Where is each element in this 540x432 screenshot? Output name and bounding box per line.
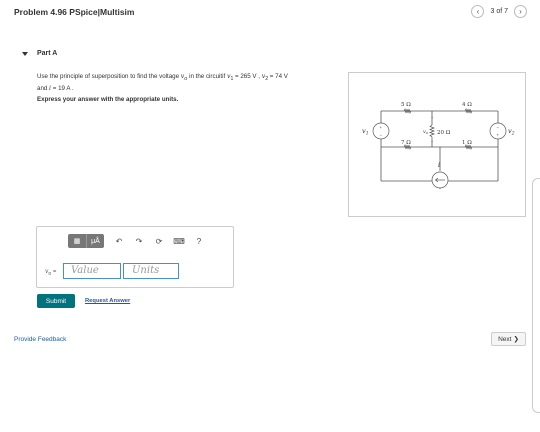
side-panel <box>532 178 540 413</box>
templates-button[interactable]: ▦ <box>68 234 86 248</box>
svg-text:+: + <box>497 133 500 138</box>
svg-text:5 Ω: 5 Ω <box>401 102 411 108</box>
toolbar-template-group: ▦ μÅ <box>68 234 104 248</box>
svg-text:+: + <box>431 115 434 120</box>
svg-text:4 Ω: 4 Ω <box>462 102 472 108</box>
next-button[interactable]: Next ❯ <box>491 332 526 346</box>
svg-text:7 Ω: 7 Ω <box>401 140 411 146</box>
keyboard-icon: ⌨ <box>173 236 185 246</box>
page-title: Problem 4.96 PSpice|Multisim <box>14 7 135 17</box>
units-input[interactable]: Units <box>123 263 179 279</box>
problem-statement: Use the principle of superposition to fi… <box>37 73 288 93</box>
undo-icon: ↶ <box>115 236 123 246</box>
help-icon: ? <box>196 236 202 246</box>
pager: ‹ 3 of 7 › <box>471 5 527 18</box>
svg-text:1 Ω: 1 Ω <box>462 140 472 146</box>
provide-feedback-link[interactable]: Provide Feedback <box>14 336 66 343</box>
reset-button[interactable]: ⟳ <box>154 236 164 246</box>
math-toolbar: ▦ μÅ ↶ ↷ ⟳ ⌨ ? <box>68 234 204 248</box>
help-button[interactable]: ? <box>194 236 204 246</box>
chevron-right-icon: › <box>519 7 522 16</box>
value-input[interactable]: Value <box>63 263 121 279</box>
templates-icon: ▦ <box>73 238 81 245</box>
next-label: Next <box>498 335 512 343</box>
reset-icon: ⟳ <box>155 236 163 246</box>
redo-icon: ↷ <box>135 236 143 246</box>
next-problem-button[interactable]: › <box>514 5 527 18</box>
undo-button[interactable]: ↶ <box>114 236 124 246</box>
svg-text:+: + <box>380 125 383 130</box>
redo-button[interactable]: ↷ <box>134 236 144 246</box>
svg-text:i: i <box>438 161 440 169</box>
part-label: Part A <box>37 50 58 57</box>
svg-text:vo: vo <box>423 129 428 135</box>
units-button[interactable]: μÅ <box>86 234 104 248</box>
request-answer-link[interactable]: Request Answer <box>85 298 130 304</box>
submit-button[interactable]: Submit <box>37 294 75 308</box>
caret-down-icon <box>22 51 28 56</box>
prev-problem-button[interactable]: ‹ <box>471 5 485 18</box>
instruction-text: Express your answer with the appropriate… <box>37 96 179 103</box>
units-icon: μÅ <box>91 237 100 245</box>
part-a-toggle[interactable]: Part A <box>22 50 57 57</box>
svg-text:−: − <box>431 139 434 144</box>
svg-text:v1: v1 <box>362 127 369 137</box>
svg-text:20 Ω: 20 Ω <box>437 130 451 136</box>
chevron-left-icon: ‹ <box>476 7 480 16</box>
circuit-figure: 5 Ω 4 Ω 20 Ω 7 Ω 1 Ω vo + − + − − + v1 v… <box>348 72 526 217</box>
svg-text:−: − <box>380 133 383 138</box>
circuit-diagram: 5 Ω 4 Ω 20 Ω 7 Ω 1 Ω vo + − + − − + v1 v… <box>362 102 515 189</box>
keyboard-button[interactable]: ⌨ <box>173 236 185 246</box>
svg-text:v2: v2 <box>508 127 515 137</box>
answer-label: vo = <box>45 268 57 278</box>
svg-text:−: − <box>497 125 500 130</box>
chevron-right-icon: ❯ <box>513 336 519 343</box>
answer-box: ▦ μÅ ↶ ↷ ⟳ ⌨ ? vo = Value Units <box>36 226 234 288</box>
pager-text: 3 of 7 <box>490 8 508 15</box>
